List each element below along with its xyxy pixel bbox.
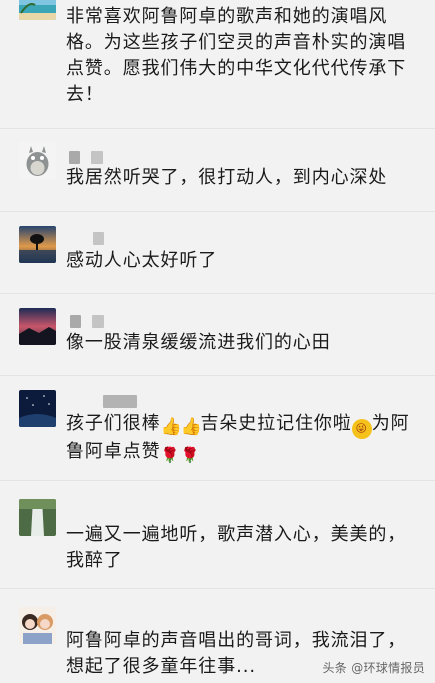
comment-text: 非常喜欢阿鲁阿卓的歌声和她的演唱风格。为这些孩子们空灵的声音朴实的演唱点赞。愿我… <box>66 6 407 105</box>
anime-girls-avatar[interactable] <box>19 607 56 644</box>
divider <box>0 211 435 212</box>
divider <box>0 293 435 294</box>
divider <box>0 128 435 129</box>
totoro-avatar[interactable] <box>19 142 56 179</box>
divider <box>0 480 435 481</box>
beach-landscape-avatar[interactable] <box>19 0 56 20</box>
comment-text: 像一股清泉缓缓流进我们的心田 <box>66 332 331 353</box>
watermark: 头条 @环球情报员 <box>322 661 425 675</box>
comment-text: 我居然听哭了，很打动人，到内心深处 <box>66 167 388 188</box>
sunset-sky-avatar[interactable] <box>19 308 56 345</box>
rose-icon: 🌹 <box>180 446 201 464</box>
comment-text: 感动人心太好听了 <box>66 250 218 271</box>
tree-sunset-avatar[interactable] <box>19 226 56 263</box>
waterfall-avatar[interactable] <box>19 499 56 536</box>
night-sky-avatar[interactable] <box>19 390 56 427</box>
divider <box>0 375 435 376</box>
wink-face-icon: 😜 <box>351 419 372 439</box>
comment-text: 一遍又一遍地听，歌声潜入心，美美的，我醉了 <box>66 524 407 571</box>
thumbs-up-icon: 👍 <box>180 417 203 437</box>
rose-icon: 🌹 <box>160 446 181 464</box>
divider <box>0 588 435 589</box>
comment-text: 孩子们很棒👍👍吉朵史拉记住你啦 😜 为阿鲁阿卓点赞🌹🌹 <box>66 413 410 464</box>
thumbs-up-icon: 👍 <box>160 417 183 437</box>
